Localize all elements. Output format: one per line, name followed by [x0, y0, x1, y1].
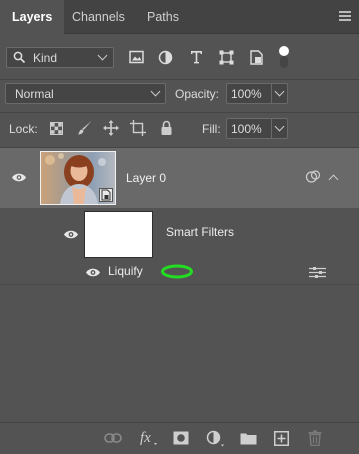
adjustment-layer-icon[interactable] [206, 430, 226, 448]
layer-row-layer-0[interactable]: Layer 0 [0, 148, 359, 208]
add-mask-icon[interactable] [173, 431, 189, 445]
search-icon [13, 51, 26, 64]
tab-layers[interactable]: Layers [0, 0, 65, 34]
link-layers-icon[interactable] [104, 432, 122, 444]
lock-transparent-icon[interactable] [50, 122, 63, 135]
bottom-toolbar: fx [0, 422, 359, 454]
filter-name: Liquify [108, 264, 143, 278]
smart-filter-mode-icon [305, 170, 321, 184]
filter-row-liquify[interactable]: Liquify [0, 260, 359, 283]
smart-filters-row[interactable]: Smart Filters [0, 208, 359, 260]
svg-text:fx: fx [140, 430, 151, 446]
opacity-label: Opacity: [175, 87, 220, 101]
panel-menu-icon[interactable] [337, 9, 353, 23]
divider [0, 284, 359, 285]
opacity-value: 100% [231, 87, 262, 101]
shape-filter-icon[interactable] [219, 50, 234, 65]
layer-name[interactable]: Layer 0 [126, 171, 166, 185]
filter-toggle-icon[interactable] [278, 44, 290, 70]
tab-channels[interactable]: Channels [60, 0, 137, 34]
divider [271, 84, 272, 103]
visibility-eye-icon[interactable] [85, 267, 101, 278]
filter-row: Kind [0, 34, 359, 79]
fill-value: 100% [231, 122, 262, 136]
opacity-input[interactable]: 100% [226, 83, 288, 104]
tab-paths[interactable]: Paths [135, 0, 191, 34]
chevron-down-icon[interactable] [274, 86, 285, 97]
new-layer-icon[interactable] [274, 431, 289, 446]
lock-row: Lock: Fill: 100% [0, 113, 359, 146]
lock-image-icon[interactable] [77, 120, 93, 136]
visibility-eye-icon[interactable] [11, 172, 27, 183]
delete-layer-icon[interactable] [308, 430, 322, 446]
fx-icon[interactable]: fx [140, 429, 160, 447]
collapse-chevron-icon[interactable] [328, 174, 339, 185]
lock-all-icon[interactable] [160, 120, 173, 136]
blend-mode-dropdown[interactable]: Normal [5, 83, 166, 104]
image-filter-icon[interactable] [129, 50, 144, 64]
type-filter-icon[interactable] [190, 50, 203, 64]
kind-filter-dropdown[interactable]: Kind [6, 47, 114, 68]
new-group-icon[interactable] [240, 432, 257, 445]
filter-blending-options-icon[interactable] [309, 267, 326, 278]
chevron-down-icon [150, 86, 161, 97]
layer-thumbnail [40, 151, 116, 205]
divider [271, 119, 272, 138]
fill-label: Fill: [202, 122, 221, 136]
smart-object-badge-icon [99, 188, 113, 202]
layers-list: Layer 0 Smart Filters Liquify [0, 148, 359, 422]
blend-mode-value: Normal [15, 87, 54, 101]
lock-label: Lock: [9, 122, 38, 136]
chevron-down-icon [97, 50, 108, 61]
panel-tab-bar: Layers Channels Paths [0, 0, 359, 34]
blend-row: Normal Opacity: 100% [0, 80, 359, 110]
smart-object-filter-icon[interactable] [250, 50, 263, 65]
adjustment-filter-icon[interactable] [158, 50, 173, 65]
lock-position-icon[interactable] [103, 120, 119, 136]
lock-artboard-icon[interactable] [130, 120, 146, 136]
kind-filter-label: Kind [33, 51, 58, 65]
highlight-ellipse [160, 264, 194, 279]
visibility-eye-icon[interactable] [63, 229, 79, 240]
chevron-down-icon[interactable] [274, 121, 285, 132]
smart-filter-mask-thumbnail[interactable] [84, 211, 153, 258]
fill-input[interactable]: 100% [226, 118, 288, 139]
smart-filters-label: Smart Filters [166, 225, 235, 239]
